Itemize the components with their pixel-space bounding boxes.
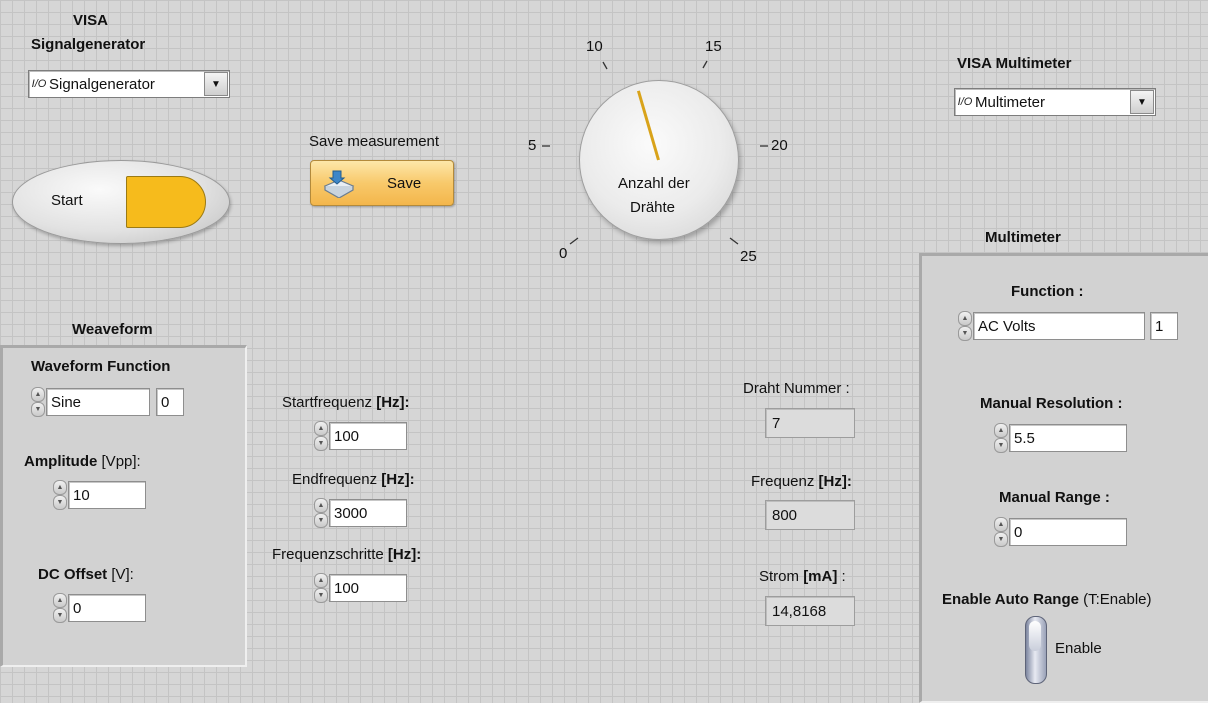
spinner-arrows-icon[interactable]: ▲ ▼ xyxy=(31,387,45,417)
knob-scale xyxy=(542,60,768,245)
draht-nummer-label: Draht Nummer : xyxy=(743,380,850,397)
visa-signal-label-line1: VISA xyxy=(73,12,109,29)
startfrequenz-label: Startfrequenz [Hz]: xyxy=(282,394,410,411)
waveform-function-index: 0 xyxy=(156,388,184,416)
frequenzschritte-field[interactable]: 100 xyxy=(329,574,407,602)
frequenz-label: Frequenz [Hz]: xyxy=(751,473,852,490)
mm-range-label: Manual Range : xyxy=(999,489,1110,506)
frequenz-indicator: 800 xyxy=(765,500,855,530)
multimeter-title: Multimeter xyxy=(985,229,1061,246)
knob-tick-0: 0 xyxy=(559,245,568,262)
mm-resolution-field[interactable]: 5.5 xyxy=(1009,424,1127,452)
dc-offset-label: DC Offset [V]: xyxy=(38,566,134,583)
disk-save-icon xyxy=(323,170,355,198)
start-button[interactable]: Start xyxy=(12,160,230,244)
startfrequenz-field[interactable]: 100 xyxy=(329,422,407,450)
mm-function-ring[interactable]: ▲ ▼ AC Volts 1 xyxy=(958,311,1178,341)
knob-tick-10: 10 xyxy=(586,38,603,55)
visa-signal-label-line2: Signalgenerator xyxy=(31,36,146,53)
save-caption: Save measurement xyxy=(309,133,440,150)
spinner-arrows-icon[interactable]: ▲ ▼ xyxy=(994,517,1008,547)
mm-range-control[interactable]: ▲ ▼ 0 xyxy=(994,517,1127,547)
mm-range-field[interactable]: 0 xyxy=(1009,518,1127,546)
endfrequenz-control[interactable]: ▲ ▼ 3000 xyxy=(314,498,407,528)
amplitude-field[interactable]: 10 xyxy=(68,481,146,509)
spinner-arrows-icon[interactable]: ▲ ▼ xyxy=(314,573,328,603)
spinner-arrows-icon[interactable]: ▲ ▼ xyxy=(314,498,328,528)
spinner-arrows-icon[interactable]: ▲ ▼ xyxy=(314,421,328,451)
waveform-title: Weaveform xyxy=(72,321,153,338)
strom-label: Strom [mA] : xyxy=(759,568,846,585)
start-button-label: Start xyxy=(51,192,83,209)
visa-signal-resource-select[interactable]: I/O Signalgenerator ▼ xyxy=(28,70,230,98)
save-button[interactable]: Save xyxy=(310,160,454,206)
knob-tick-15: 15 xyxy=(705,38,722,55)
dc-offset-control[interactable]: ▲ ▼ 0 xyxy=(53,593,146,623)
dc-offset-field[interactable]: 0 xyxy=(68,594,146,622)
waveform-function-ring[interactable]: ▲ ▼ Sine 0 xyxy=(31,387,184,417)
mm-autorange-label: Enable Auto Range (T:Enable) xyxy=(942,591,1152,608)
spinner-arrows-icon[interactable]: ▲ ▼ xyxy=(958,311,972,341)
visa-signal-value: Signalgenerator xyxy=(49,75,155,93)
waveform-function-field[interactable]: Sine xyxy=(46,388,150,416)
spinner-arrows-icon[interactable]: ▲ ▼ xyxy=(53,593,67,623)
strom-indicator: 14,8168 xyxy=(765,596,855,626)
visa-multimeter-value: Multimeter xyxy=(975,93,1046,111)
mm-function-index: 1 xyxy=(1150,312,1178,340)
visa-multimeter-resource-select[interactable]: I/O Multimeter ▼ xyxy=(954,88,1156,116)
amplitude-label: Amplitude [Vpp]: xyxy=(24,453,141,470)
auto-range-toggle-label: Enable xyxy=(1055,640,1102,657)
mm-resolution-control[interactable]: ▲ ▼ 5.5 xyxy=(994,423,1127,453)
mm-function-label: Function : xyxy=(1011,283,1084,300)
knob-tick-5: 5 xyxy=(528,137,537,154)
io-icon: I/O xyxy=(31,78,47,90)
spinner-arrows-icon[interactable]: ▲ ▼ xyxy=(53,480,67,510)
chevron-down-icon[interactable]: ▼ xyxy=(204,72,228,96)
knob-tick-20: 20 xyxy=(771,137,788,154)
draht-nummer-indicator: 7 xyxy=(765,408,855,438)
io-icon: I/O xyxy=(957,96,973,108)
start-led-icon xyxy=(126,176,206,228)
save-button-label: Save xyxy=(387,175,422,192)
endfrequenz-field[interactable]: 3000 xyxy=(329,499,407,527)
endfrequenz-label: Endfrequenz [Hz]: xyxy=(292,471,415,488)
startfrequenz-control[interactable]: ▲ ▼ 100 xyxy=(314,421,407,451)
frequenzschritte-control[interactable]: ▲ ▼ 100 xyxy=(314,573,407,603)
visa-multimeter-label: VISA Multimeter xyxy=(957,55,1072,72)
frequenzschritte-label: Frequenzschritte [Hz]: xyxy=(272,546,422,563)
mm-function-field[interactable]: AC Volts xyxy=(973,312,1145,340)
amplitude-control[interactable]: ▲ ▼ 10 xyxy=(53,480,146,510)
chevron-down-icon[interactable]: ▼ xyxy=(1130,90,1154,114)
knob-tick-25: 25 xyxy=(740,248,757,265)
spinner-arrows-icon[interactable]: ▲ ▼ xyxy=(994,423,1008,453)
auto-range-toggle[interactable] xyxy=(1025,616,1047,684)
waveform-function-label: Waveform Function xyxy=(31,358,171,375)
mm-resolution-label: Manual Resolution : xyxy=(980,395,1123,412)
